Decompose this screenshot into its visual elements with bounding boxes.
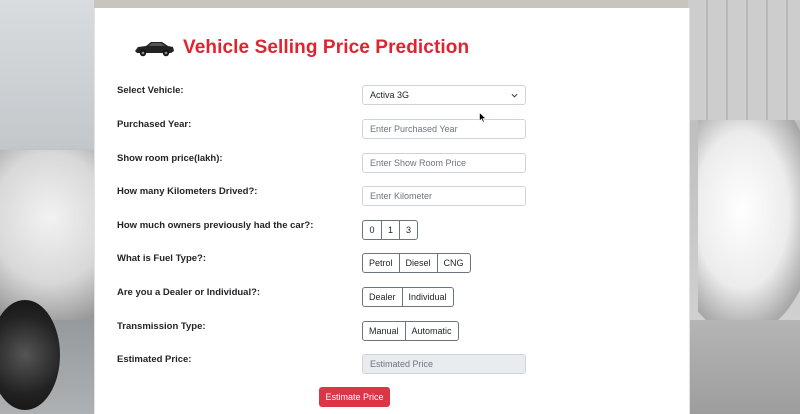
year-row: Purchased Year: <box>95 119 689 143</box>
kilometers-input[interactable] <box>362 186 526 206</box>
vehicle-label: Select Vehicle: <box>117 85 184 96</box>
owners-option-1[interactable]: 1 <box>381 220 400 240</box>
showroom-price-input[interactable] <box>362 153 526 173</box>
prediction-form-card: Vehicle Selling Price Prediction Select … <box>94 8 690 414</box>
seller-button-group: Dealer Individual <box>362 287 454 307</box>
owners-option-0[interactable]: 0 <box>362 220 382 240</box>
background-left <box>0 0 110 414</box>
fuel-option-cng[interactable]: CNG <box>436 253 471 273</box>
owners-row: How much owners previously had the car?:… <box>95 220 689 244</box>
owners-label: How much owners previously had the car?: <box>117 220 314 231</box>
seller-row: Are you a Dealer or Individual?: Dealer … <box>95 287 689 311</box>
estimate-price-button[interactable]: Estimate Price <box>319 387 390 407</box>
kilometers-label: How many Kilometers Drived?: <box>117 186 258 197</box>
fuel-option-petrol[interactable]: Petrol <box>362 253 400 273</box>
chevron-down-icon <box>511 93 518 98</box>
car-icon <box>135 42 174 57</box>
showroom-price-row: Show room price(lakh): <box>95 153 689 177</box>
showroom-price-label: Show room price(lakh): <box>117 153 223 164</box>
background-building <box>688 0 800 120</box>
seller-option-dealer[interactable]: Dealer <box>362 287 403 307</box>
seller-option-individual[interactable]: Individual <box>401 287 454 307</box>
fuel-label: What is Fuel Type?: <box>117 253 207 264</box>
estimate-label: Estimated Price: <box>117 354 192 365</box>
owners-option-3[interactable]: 3 <box>399 220 418 240</box>
year-label: Purchased Year: <box>117 119 192 130</box>
kilometers-row: How many Kilometers Drived?: <box>95 186 689 210</box>
background-car-right <box>698 120 800 320</box>
vehicle-select[interactable]: Activa 3G <box>362 85 526 105</box>
fuel-option-diesel[interactable]: Diesel <box>398 253 438 273</box>
transmission-option-manual[interactable]: Manual <box>362 321 406 341</box>
background-top-strip <box>94 0 688 8</box>
background-ground <box>688 320 800 414</box>
transmission-option-automatic[interactable]: Automatic <box>404 321 459 341</box>
estimated-price-field <box>362 354 526 374</box>
transmission-row: Transmission Type: Manual Automatic <box>95 321 689 345</box>
estimate-row: Estimated Price: <box>95 354 689 378</box>
vehicle-select-value: Activa 3G <box>370 90 410 100</box>
year-input[interactable] <box>362 119 526 139</box>
page-title: Vehicle Selling Price Prediction <box>183 37 470 58</box>
transmission-label: Transmission Type: <box>117 321 206 332</box>
mouse-cursor-icon <box>479 112 487 123</box>
fuel-row: What is Fuel Type?: Petrol Diesel CNG <box>95 253 689 277</box>
fuel-button-group: Petrol Diesel CNG <box>362 253 471 273</box>
background-right <box>688 0 800 414</box>
seller-label: Are you a Dealer or Individual?: <box>117 287 261 298</box>
transmission-button-group: Manual Automatic <box>362 321 459 341</box>
owners-button-group: 0 1 3 <box>362 220 418 240</box>
page-header: Vehicle Selling Price Prediction <box>133 34 469 62</box>
vehicle-row: Select Vehicle: Activa 3G <box>95 85 689 109</box>
